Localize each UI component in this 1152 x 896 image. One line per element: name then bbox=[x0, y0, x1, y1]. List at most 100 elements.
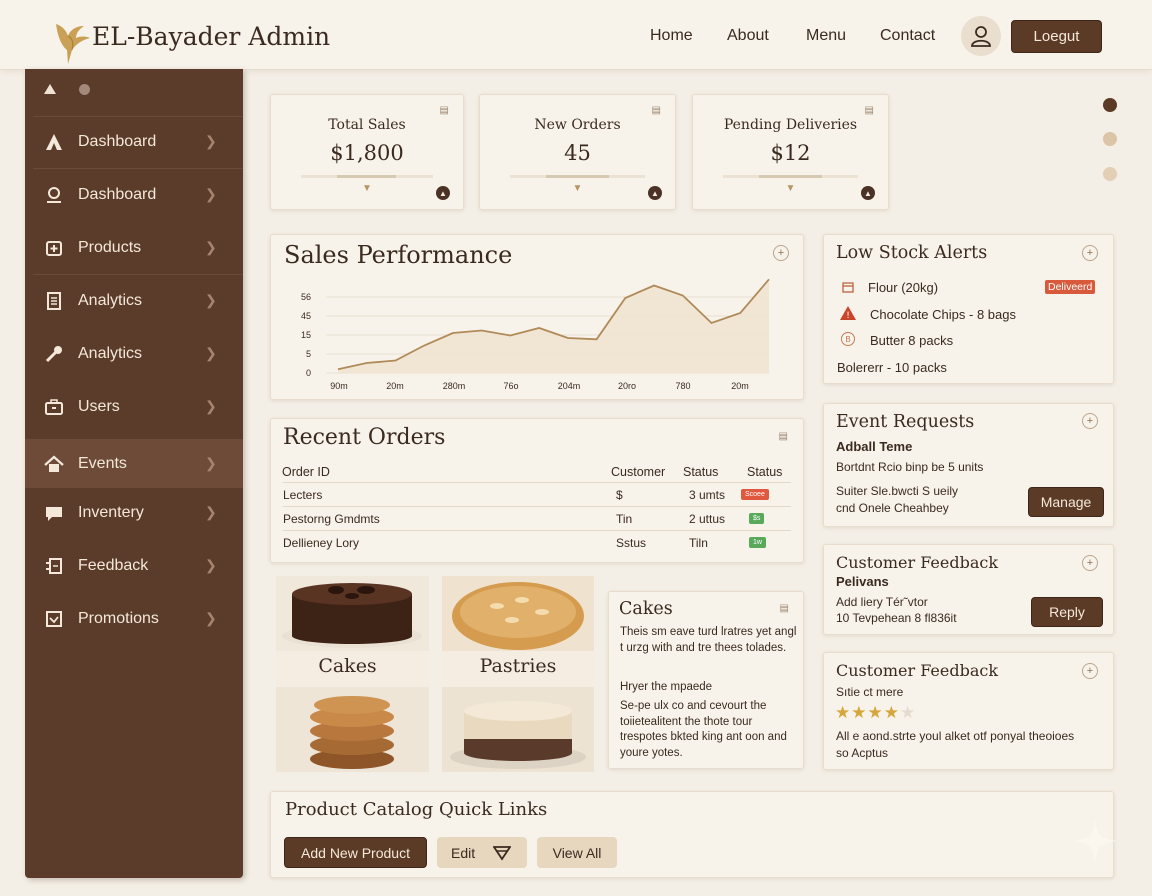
status-cell: Tiln bbox=[689, 536, 708, 550]
hummingbird-logo-icon bbox=[56, 24, 90, 64]
sidebar-item-events[interactable]: Events ❯ bbox=[25, 439, 243, 488]
nav-about[interactable]: About bbox=[727, 27, 769, 45]
sidebar-controls bbox=[43, 83, 90, 95]
feedback-icon bbox=[44, 556, 64, 576]
menu-icon[interactable]: ▤ bbox=[865, 105, 874, 116]
frosted-cake-image[interactable] bbox=[442, 687, 594, 772]
y-tick-label: 15 bbox=[301, 330, 311, 340]
add-new-product-button[interactable]: Add New Product bbox=[284, 837, 427, 868]
chevron-down-icon[interactable]: ▼ bbox=[693, 183, 888, 194]
add-icon[interactable]: + bbox=[1082, 413, 1098, 429]
y-tick-label: 56 bbox=[301, 292, 311, 302]
pastries-caption-box: Pastries bbox=[442, 651, 594, 687]
page-dot[interactable] bbox=[1103, 132, 1117, 146]
status-badge: $s bbox=[749, 513, 765, 524]
logout-button[interactable]: Loegut bbox=[1011, 20, 1102, 53]
nav-contact[interactable]: Contact bbox=[880, 27, 935, 45]
cookies-image[interactable] bbox=[276, 687, 429, 772]
column-header-customer[interactable]: Customer bbox=[611, 465, 665, 479]
sidebar-item-label: Analytics bbox=[78, 291, 143, 309]
menu-icon[interactable]: ▤ bbox=[780, 603, 789, 614]
star-filled-icon: ★ bbox=[851, 703, 868, 722]
status-cell: 3 umts bbox=[689, 488, 726, 502]
feedback-line: Add liery Tér˜vtor bbox=[836, 595, 928, 609]
feedback-subtitle: Pelivans bbox=[836, 574, 889, 589]
table-row[interactable]: Lecters $ 3 umts Scoee bbox=[283, 482, 791, 506]
user-avatar-icon[interactable] bbox=[961, 16, 1001, 56]
view-all-button[interactable]: View All bbox=[537, 837, 617, 868]
sidebar-item-inventery[interactable]: Inventery ❯ bbox=[25, 488, 243, 537]
status-badge: Deliveerd bbox=[1045, 280, 1096, 294]
y-tick-label: 0 bbox=[306, 368, 311, 378]
order-id-cell: Lecters bbox=[283, 488, 323, 502]
sidebar-item-analytics[interactable]: Analytics ❯ bbox=[25, 276, 243, 325]
stat-progress-bar bbox=[723, 175, 858, 178]
document-icon bbox=[44, 291, 64, 311]
star-empty-icon: ★ bbox=[900, 703, 917, 722]
sidebar-item-dashboard[interactable]: Dashboard ❯ bbox=[25, 117, 243, 166]
box-plus-icon bbox=[44, 238, 64, 258]
add-icon[interactable]: + bbox=[1082, 663, 1098, 679]
x-tick-label: 280m bbox=[443, 381, 466, 391]
add-icon[interactable]: + bbox=[1082, 555, 1098, 571]
customer-cell: $ bbox=[616, 488, 623, 502]
stat-progress-fill bbox=[759, 175, 822, 178]
customer-feedback-card-2: Customer Feedback + Sıtie ct mere ★★★★★ … bbox=[823, 652, 1114, 770]
nav-home[interactable]: Home bbox=[650, 27, 693, 45]
reply-button[interactable]: Reply bbox=[1031, 597, 1103, 627]
chevron-right-icon: ❯ bbox=[205, 345, 217, 361]
page-dot-active[interactable] bbox=[1103, 98, 1117, 112]
stat-progress-bar bbox=[301, 175, 433, 178]
cakes-paragraph: Se-pe ulx co and cevourt the toiietealit… bbox=[620, 700, 787, 759]
pastry-image[interactable] bbox=[442, 576, 594, 651]
nav-menu[interactable]: Menu bbox=[806, 27, 846, 45]
event-line: Suiter Sle.bwcti S ueily bbox=[836, 484, 959, 498]
chevron-right-icon: ❯ bbox=[205, 610, 217, 626]
user-outline-icon bbox=[44, 185, 64, 205]
recent-orders-title: Recent Orders bbox=[283, 425, 446, 450]
star-filled-icon: ★ bbox=[835, 703, 852, 722]
add-icon[interactable]: + bbox=[1082, 245, 1098, 261]
sidebar-item-products[interactable]: Products ❯ bbox=[25, 223, 243, 272]
sidebar-item-label: Inventery bbox=[78, 503, 144, 521]
top-header: EL-Bayader Admin Home About Menu Contact… bbox=[0, 0, 1152, 70]
checkbox-icon bbox=[44, 609, 64, 629]
chevron-right-icon: ❯ bbox=[205, 292, 217, 308]
table-row[interactable]: Pestorng Gmdmts Tin 2 uttus $s bbox=[283, 506, 791, 530]
column-header-status-2[interactable]: Status bbox=[747, 465, 782, 479]
menu-icon[interactable]: ▤ bbox=[779, 431, 788, 442]
cake-image[interactable] bbox=[276, 576, 429, 651]
sidebar-item-label: Promotions bbox=[78, 609, 159, 627]
menu-icon[interactable]: ▤ bbox=[652, 105, 661, 116]
sidebar-item-analytics-2[interactable]: Analytics ❯ bbox=[25, 329, 243, 378]
column-header-order-id[interactable]: Order ID bbox=[282, 465, 330, 479]
filter-icon bbox=[493, 846, 511, 861]
y-tick-label: 45 bbox=[301, 311, 311, 321]
chevron-right-icon: ❯ bbox=[205, 133, 217, 149]
chocolate-cake-image bbox=[282, 583, 422, 648]
customer-feedback-card: Customer Feedback + Pelivans Add liery T… bbox=[823, 544, 1114, 635]
chevron-down-icon[interactable]: ▼ bbox=[480, 183, 675, 194]
catalog-title: Product Catalog Quick Links bbox=[285, 799, 548, 820]
cream-cake-image bbox=[450, 701, 586, 769]
circle-dot-icon[interactable] bbox=[79, 83, 90, 95]
sidebar-item-users[interactable]: Users ❯ bbox=[25, 382, 243, 431]
manage-button[interactable]: Manage bbox=[1028, 487, 1104, 517]
menu-icon[interactable]: ▤ bbox=[440, 105, 449, 116]
sidebar-item-dashboard-2[interactable]: Dashboard ❯ bbox=[25, 170, 243, 219]
triangle-icon[interactable] bbox=[43, 83, 57, 95]
sidebar-item-promotions[interactable]: Promotions ❯ bbox=[25, 594, 243, 643]
sidebar-item-feedback[interactable]: Feedback ❯ bbox=[25, 541, 243, 590]
feedback-subtitle: Sıtie ct mere bbox=[836, 685, 904, 699]
tools-icon bbox=[44, 344, 64, 364]
chevron-down-icon[interactable]: ▼ bbox=[271, 183, 463, 194]
stock-item: Chocolate Chips - 8 bags bbox=[870, 307, 1016, 322]
stat-value: $1,800 bbox=[330, 141, 404, 165]
table-row[interactable]: Dellieney Lory Sstus Tiln 1w bbox=[283, 530, 791, 554]
stat-card-new-orders: ▤ New Orders 45 ▼ ▲ bbox=[479, 94, 676, 210]
briefcase-icon bbox=[44, 397, 64, 417]
column-header-status[interactable]: Status bbox=[683, 465, 718, 479]
edit-button[interactable]: Edit bbox=[437, 837, 527, 868]
sidebar-item-label: Dashboard bbox=[78, 185, 157, 203]
page-dot[interactable] bbox=[1103, 167, 1117, 181]
